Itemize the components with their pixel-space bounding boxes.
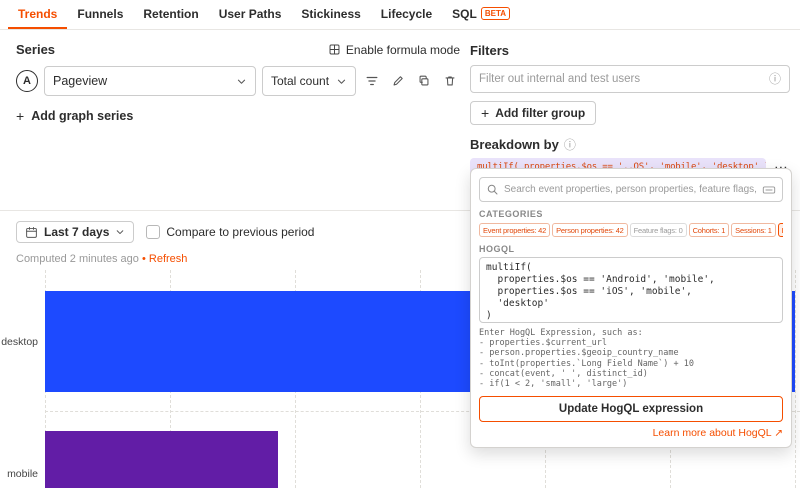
add-filter-group-button[interactable]: + Add filter group (470, 101, 596, 125)
aggregation-select-value: Total count (271, 74, 329, 88)
add-filter-group-label: Add filter group (495, 106, 585, 120)
info-icon[interactable]: ⓘ (564, 139, 576, 151)
duplicate-series-button[interactable] (414, 70, 434, 92)
aggregation-select[interactable]: Total count (262, 66, 356, 96)
tab-label: SQL (452, 7, 477, 21)
tab-label: User Paths (219, 7, 282, 21)
axis-label-desktop: desktop (0, 336, 38, 348)
taxonomic-search-input[interactable] (504, 184, 757, 195)
category-chips: Event properties: 42 Person properties: … (479, 223, 783, 237)
update-hogql-button[interactable]: Update HogQL expression (479, 396, 783, 422)
date-range-button[interactable]: Last 7 days (16, 221, 134, 243)
beta-badge: BETA (481, 7, 510, 20)
computed-status: Computed 2 minutes ago • Refresh (16, 253, 187, 265)
category-chip-event-properties[interactable]: Event properties: 42 (479, 223, 550, 237)
help-line: - properties.$current_url (479, 338, 783, 348)
plus-icon: + (481, 105, 489, 121)
tab-trends[interactable]: Trends (8, 0, 67, 29)
tab-funnels[interactable]: Funnels (67, 0, 133, 29)
compare-checkbox[interactable] (146, 225, 160, 239)
series-glyph[interactable]: A (16, 70, 38, 92)
help-line: - person.properties.$geoip_country_name (479, 348, 783, 358)
computed-text: Computed 2 minutes ago (16, 253, 139, 265)
category-chip-person-properties[interactable]: Person properties: 42 (552, 223, 628, 237)
filter-test-accounts-field: ⓘ (470, 65, 790, 93)
trash-icon (443, 74, 457, 88)
category-chip-hogql[interactable]: HogQL (778, 223, 783, 237)
category-chip-feature-flags[interactable]: Feature flags: 0 (630, 223, 687, 237)
insight-type-tabs: Trends Funnels Retention User Paths Stic… (0, 0, 800, 30)
breakdown-header: Breakdown by ⓘ (470, 137, 790, 152)
event-select-value: Pageview (53, 74, 107, 88)
delete-series-button[interactable] (440, 70, 460, 92)
enable-formula-mode-button[interactable]: Enable formula mode (328, 43, 460, 57)
series-panel: Series Enable formula mode A Pageview To… (16, 42, 460, 126)
learn-more-link[interactable]: Learn more about HogQL ↗ (653, 427, 783, 439)
tab-user-paths[interactable]: User Paths (209, 0, 292, 29)
chevron-down-icon (236, 76, 247, 87)
chevron-down-icon (336, 76, 347, 87)
tab-label: Retention (143, 7, 198, 21)
edit-icon (391, 74, 405, 88)
tab-retention[interactable]: Retention (133, 0, 208, 29)
series-heading: Series (16, 42, 55, 57)
bar-mobile[interactable] (45, 431, 278, 488)
hogql-label: HOGQL (479, 244, 783, 254)
tab-label: Trends (18, 7, 57, 21)
category-chip-cohorts[interactable]: Cohorts: 1 (689, 223, 730, 237)
help-line: Enter HogQL Expression, such as: (479, 328, 783, 338)
tab-lifecycle[interactable]: Lifecycle (371, 0, 442, 29)
gridline (795, 270, 796, 488)
tab-label: Funnels (77, 7, 123, 21)
learn-more-row: Learn more about HogQL ↗ (479, 427, 783, 439)
filters-heading: Filters (470, 43, 509, 58)
axis-label-mobile: mobile (0, 468, 38, 480)
tab-label: Stickiness (301, 7, 360, 21)
category-chip-sessions[interactable]: Sessions: 1 (731, 223, 776, 237)
edit-series-button[interactable] (388, 70, 408, 92)
series-panel-header: Series Enable formula mode (16, 42, 460, 57)
external-link-icon: ↗ (774, 427, 783, 439)
date-range-label: Last 7 days (44, 225, 109, 239)
plus-icon: + (16, 108, 24, 124)
series-row: A Pageview Total count (16, 66, 460, 96)
tab-sql[interactable]: SQL BETA (442, 0, 520, 29)
chevron-down-icon (115, 227, 125, 237)
hogql-code-editor[interactable]: multiIf( properties.$os == 'Android', 'm… (479, 257, 783, 323)
filter-icon (365, 74, 379, 88)
filter-test-accounts-input[interactable] (479, 73, 763, 85)
help-line: - toInt(properties.`Long Field Name`) + … (479, 359, 783, 369)
help-line: - concat(event, ' ', distinct_id) (479, 369, 783, 379)
formula-mode-label: Enable formula mode (346, 43, 460, 57)
chart-controls: Last 7 days Compare to previous period (16, 221, 314, 243)
learn-more-label: Learn more about HogQL (653, 427, 772, 439)
copy-icon (417, 74, 431, 88)
filter-series-button[interactable] (362, 70, 382, 92)
help-line: - if(1 < 2, 'small', 'large') (479, 379, 783, 389)
categories-label: CATEGORIES (479, 209, 783, 219)
tab-label: Lifecycle (381, 7, 432, 21)
filters-panel: Filters ⓘ + Add filter group Breakdown b… (470, 42, 790, 176)
info-icon[interactable]: ⓘ (769, 73, 781, 85)
compare-toggle[interactable]: Compare to previous period (146, 225, 314, 239)
tab-stickiness[interactable]: Stickiness (291, 0, 370, 29)
trends-insight-page: Trends Funnels Retention User Paths Stic… (0, 0, 800, 488)
add-graph-series-label: Add graph series (31, 109, 133, 123)
breakdown-heading: Breakdown by (470, 137, 559, 152)
popup-search-field (479, 177, 783, 202)
search-icon (486, 183, 499, 196)
taxonomic-filter-popup: CATEGORIES Event properties: 42 Person p… (470, 168, 792, 448)
refresh-link[interactable]: Refresh (149, 253, 188, 265)
calendar-icon (25, 226, 38, 239)
keyboard-shortcut-icon (762, 183, 776, 197)
event-select[interactable]: Pageview (44, 66, 256, 96)
compare-label: Compare to previous period (166, 225, 314, 239)
add-graph-series-button[interactable]: + Add graph series (16, 108, 133, 124)
hogql-help-text: Enter HogQL Expression, such as: - prope… (479, 328, 783, 389)
status-separator: • (142, 253, 146, 265)
formula-mode-icon (328, 43, 341, 56)
